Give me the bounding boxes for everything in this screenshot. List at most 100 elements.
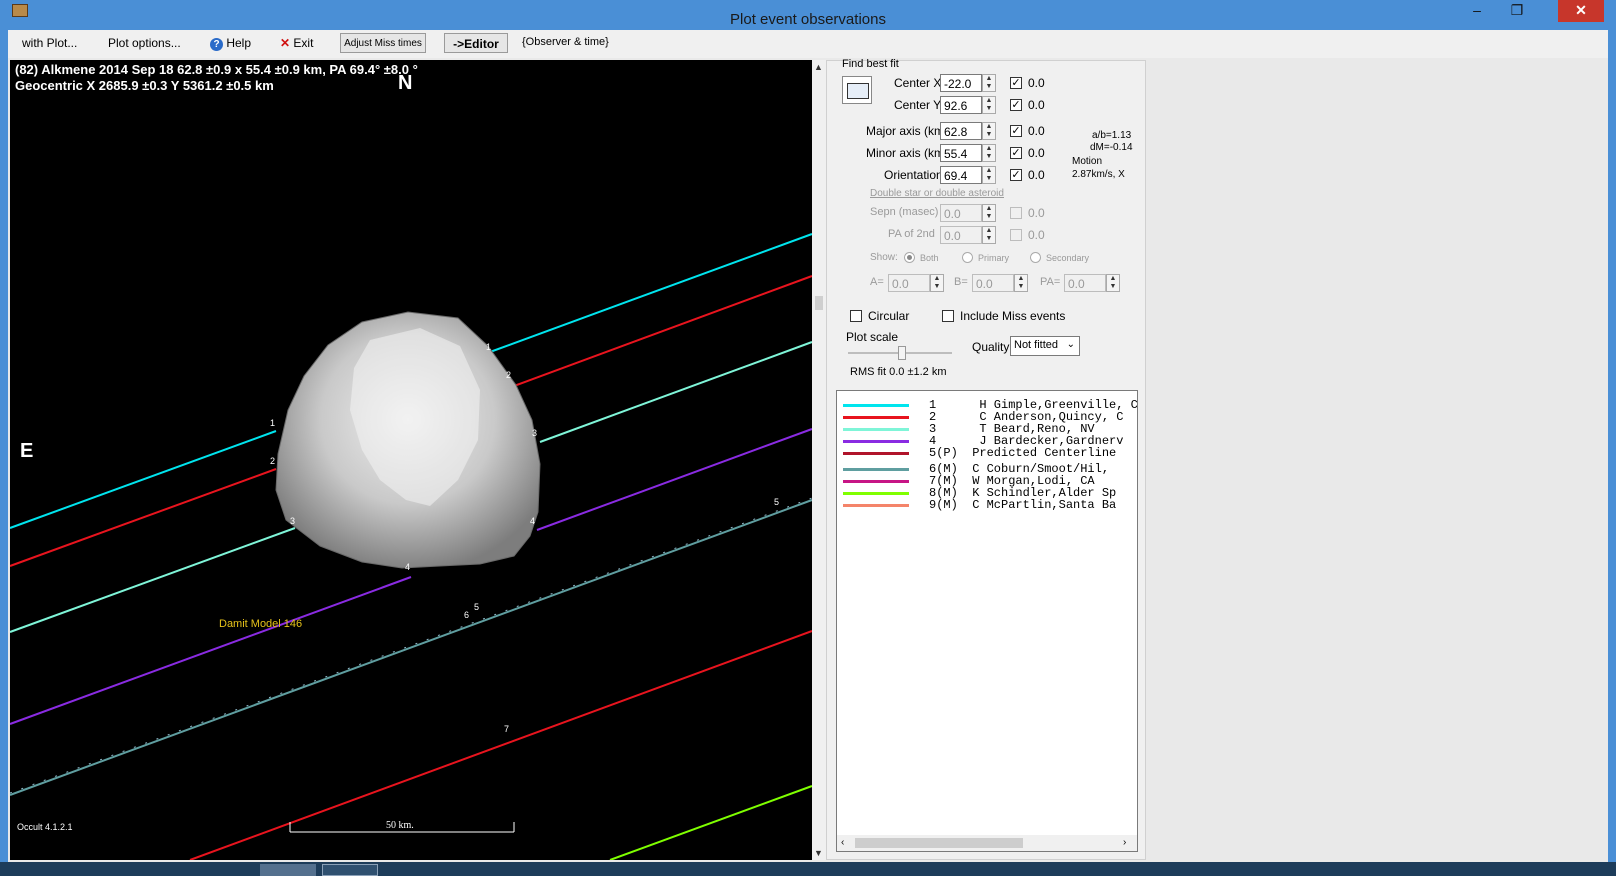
center-y-check-value: 0.0 <box>1028 98 1045 112</box>
minor-axis-spinner[interactable]: ▲ ▼ <box>982 144 996 162</box>
center-y-checkbox[interactable]: ✓ <box>1010 99 1022 111</box>
legend-line <box>843 404 909 407</box>
pa-spinner[interactable]: ▲ ▼ <box>1106 274 1120 292</box>
major-axis-input[interactable]: 62.8 <box>940 122 982 140</box>
center-x-input[interactable]: -22.0 <box>940 74 982 92</box>
legend-scroll-thumb[interactable] <box>855 838 1023 848</box>
menu-exit[interactable]: ✕ Exit <box>280 36 313 50</box>
major-axis-label: Major axis (km) <box>866 124 949 138</box>
include-miss-checkbox[interactable] <box>942 310 954 322</box>
maximize-button[interactable]: ❐ <box>1500 0 1534 22</box>
sepn-label: Sepn (masec) <box>870 206 939 218</box>
pa2-spinner[interactable]: ▲ ▼ <box>982 226 996 244</box>
help-icon: ? <box>210 38 223 51</box>
legend-hscrollbar[interactable]: ‹ › <box>837 835 1137 851</box>
major-axis-checkbox[interactable]: ✓ <box>1010 125 1022 137</box>
menu-help[interactable]: ? Help <box>210 36 251 51</box>
plot-scale-label: Plot scale <box>846 330 899 344</box>
scroll-right-icon[interactable]: › <box>1123 837 1126 848</box>
radio-primary[interactable] <box>962 252 973 263</box>
legend-row: 5(P) Predicted Centerline <box>837 446 1137 460</box>
chord-label: 5 <box>774 497 780 507</box>
observer-legend-list[interactable]: 1 H Gimple,Greenville, C 2 C Anderson,Qu… <box>836 390 1138 852</box>
sepn-input[interactable]: 0.0 <box>940 204 982 222</box>
legend-line <box>843 440 909 443</box>
chord-label: 1 <box>486 342 492 352</box>
taskbar-item[interactable] <box>322 864 378 876</box>
circular-checkbox[interactable] <box>850 310 862 322</box>
a-label: A= <box>870 276 884 288</box>
orientation-input[interactable]: 69.4 <box>940 166 982 184</box>
b-spinner[interactable]: ▲ ▼ <box>1014 274 1028 292</box>
orientation-spinner[interactable]: ▲ ▼ <box>982 166 996 184</box>
radio-both[interactable] <box>904 252 915 263</box>
legend-line <box>843 480 909 483</box>
window-title: Plot event observations <box>730 11 886 28</box>
chord-label: 5 <box>474 602 480 612</box>
splitter-handle[interactable] <box>815 296 823 310</box>
pa2-input[interactable]: 0.0 <box>940 226 982 244</box>
minor-axis-input[interactable]: 55.4 <box>940 144 982 162</box>
find-best-fit-label: Find best fit <box>842 58 899 70</box>
chord-line-3-left <box>10 527 296 633</box>
sepn-check-value: 0.0 <box>1028 206 1045 220</box>
legend-line <box>843 452 909 455</box>
menu-with-plot[interactable]: with Plot... <box>22 36 77 50</box>
b-label: B= <box>954 276 968 288</box>
scroll-down-icon[interactable]: ▼ <box>814 848 823 858</box>
plot-scrollbar[interactable]: ▲ ▼ <box>812 60 826 860</box>
sepn-spinner[interactable]: ▲ ▼ <box>982 204 996 222</box>
radio-secondary[interactable] <box>1030 252 1041 263</box>
chord-label: 2 <box>506 370 512 380</box>
version-label: Occult 4.1.2.1 <box>17 822 73 832</box>
legend-line <box>843 504 909 507</box>
window-frame-right <box>1608 30 1616 876</box>
b-input[interactable]: 0.0 <box>972 274 1014 292</box>
minimize-button[interactable]: – <box>1460 0 1494 22</box>
minor-axis-checkbox[interactable]: ✓ <box>1010 147 1022 159</box>
quality-select[interactable]: Not fitted ⌄ <box>1010 336 1080 356</box>
adjust-miss-times-button[interactable]: Adjust Miss times <box>340 33 426 53</box>
menu-observer-time[interactable]: {Observer & time} <box>522 36 609 48</box>
scroll-left-icon[interactable]: ‹ <box>841 837 844 848</box>
a-input[interactable]: 0.0 <box>888 274 930 292</box>
find-best-fit-button[interactable] <box>842 76 872 104</box>
legend-text: 9(M) C McPartlin,Santa Ba <box>929 498 1117 512</box>
sepn-checkbox[interactable] <box>1010 207 1022 219</box>
motion-value: 2.87km/s, X <box>1072 169 1125 180</box>
center-y-spinner[interactable]: ▲ ▼ <box>982 96 996 114</box>
orientation-checkbox[interactable]: ✓ <box>1010 169 1022 181</box>
center-x-checkbox[interactable]: ✓ <box>1010 77 1022 89</box>
double-star-label: Double star or double asteroid <box>870 188 1004 199</box>
taskbar-item[interactable] <box>260 864 316 876</box>
dm-text: dM=-0.14 <box>1090 142 1133 153</box>
menu-plot-options[interactable]: Plot options... <box>108 36 181 50</box>
exit-icon: ✕ <box>280 36 291 50</box>
model-label: Damit Model 146 <box>219 618 303 630</box>
chord-label: 7 <box>504 724 510 734</box>
scale-label: 50 km. <box>386 820 414 831</box>
center-y-input[interactable]: 92.6 <box>940 96 982 114</box>
center-x-check-value: 0.0 <box>1028 76 1045 90</box>
plot-canvas[interactable]: (82) Alkmene 2014 Sep 18 62.8 ±0.9 x 55.… <box>10 60 812 860</box>
pa2-checkbox[interactable] <box>1010 229 1022 241</box>
pa-label: PA= <box>1040 276 1061 288</box>
quality-label: Quality <box>972 340 1010 354</box>
taskbar <box>0 862 1616 876</box>
close-button[interactable]: ✕ <box>1558 0 1604 22</box>
major-axis-spinner[interactable]: ▲ ▼ <box>982 122 996 140</box>
scroll-up-icon[interactable]: ▲ <box>814 62 823 72</box>
minor-axis-label: Minor axis (km) <box>866 146 949 160</box>
pa-input[interactable]: 0.0 <box>1064 274 1106 292</box>
a-spinner[interactable]: ▲ ▼ <box>930 274 944 292</box>
north-label: N <box>398 72 413 94</box>
fit-chart-icon <box>847 83 869 99</box>
editor-button[interactable]: ->Editor <box>444 33 508 53</box>
chord-line-7-miss <box>189 630 812 860</box>
motion-label: Motion <box>1072 156 1103 167</box>
center-x-spinner[interactable]: ▲ ▼ <box>982 74 996 92</box>
chord-label: 6 <box>464 610 470 620</box>
chord-label: 3 <box>290 516 296 526</box>
legend-row: 9(M) C McPartlin,Santa Ba <box>837 498 1137 512</box>
plot-scale-slider[interactable] <box>898 346 906 360</box>
